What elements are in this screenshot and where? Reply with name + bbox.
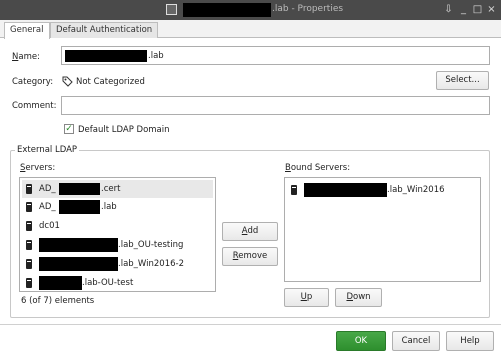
server-icon: [26, 202, 32, 212]
server-icon: [26, 221, 32, 231]
server-name: dc01: [39, 221, 60, 231]
server-icon: [26, 240, 32, 250]
tab-default-authentication[interactable]: Default Authentication: [50, 22, 159, 38]
shade-icon[interactable]: ⇩: [442, 2, 455, 17]
redacted-text: [59, 183, 100, 195]
server-icon: [26, 278, 32, 288]
tag-icon: [62, 76, 73, 90]
minimize-icon[interactable]: _: [457, 2, 470, 17]
name-field[interactable]: .lab: [61, 46, 490, 65]
up-button[interactable]: Up: [284, 288, 329, 307]
server-name: AD_: [39, 202, 56, 212]
server-name-suffix: .lab-OU-test: [82, 278, 134, 288]
maximize-icon[interactable]: □: [471, 2, 484, 17]
server-name-suffix: .cert: [101, 184, 121, 194]
list-item[interactable]: .lab_Win2016: [287, 181, 478, 199]
name-field-value: .lab: [148, 51, 164, 61]
servers-list[interactable]: AD_ .cert AD_ .lab dc01 .lab_OU-testing …: [19, 177, 216, 292]
redacted-text: [39, 257, 118, 271]
bound-servers-list[interactable]: .lab_Win2016: [284, 177, 481, 282]
remove-button[interactable]: Remove: [222, 247, 278, 266]
tab-general[interactable]: General: [4, 22, 50, 39]
list-item[interactable]: dc01: [22, 217, 213, 235]
server-name-suffix: .lab: [101, 202, 117, 212]
tab-bar: General Default Authentication: [0, 20, 501, 39]
category-label: Category:: [12, 77, 54, 87]
redacted-name: [65, 50, 147, 62]
redacted-text: [39, 238, 118, 252]
window-title: .lab - Properties: [272, 4, 344, 14]
comment-field[interactable]: [61, 96, 490, 115]
list-item[interactable]: .lab_Win2016-2: [22, 255, 213, 273]
servers-count: 6 (of 7) elements: [21, 296, 95, 306]
external-ldap-legend: External LDAP: [15, 145, 80, 155]
redacted-text: [304, 183, 387, 197]
bound-servers-label: Bound Servers:: [285, 163, 351, 173]
cancel-button[interactable]: Cancel: [392, 331, 440, 351]
name-label: Name:: [12, 52, 40, 62]
server-name-suffix: .lab_OU-testing: [118, 240, 184, 250]
category-value: Not Categorized: [76, 77, 145, 87]
redacted-text: [59, 200, 100, 214]
server-icon: [26, 184, 32, 194]
server-name-suffix: .lab_Win2016-2: [118, 259, 184, 269]
list-item[interactable]: AD_ .cert: [22, 180, 213, 198]
default-ldap-checkbox[interactable]: ✓: [64, 124, 74, 134]
down-button[interactable]: Down: [335, 288, 382, 307]
server-name-suffix: .lab_Win2016: [387, 185, 445, 195]
default-ldap-label: Default LDAP Domain: [78, 125, 170, 135]
redacted-text: [39, 276, 82, 290]
server-icon: [26, 259, 32, 269]
comment-label: Comment:: [12, 101, 57, 111]
list-item[interactable]: .lab-OU-test: [22, 274, 213, 292]
ok-button[interactable]: OK: [336, 331, 386, 351]
server-name: AD_: [39, 184, 56, 194]
window-icon: [166, 4, 177, 15]
select-button[interactable]: Select...: [436, 71, 489, 90]
title-bar: .lab - Properties ⇩ _ □ ×: [0, 0, 501, 20]
help-button[interactable]: Help: [446, 331, 494, 351]
servers-label: Servers:: [20, 163, 56, 173]
list-item[interactable]: AD_ .lab: [22, 198, 213, 216]
redacted-title: [183, 3, 271, 17]
add-button[interactable]: Add: [222, 222, 278, 241]
list-item[interactable]: .lab_OU-testing: [22, 236, 213, 254]
close-icon[interactable]: ×: [485, 2, 498, 17]
server-icon: [291, 185, 297, 195]
